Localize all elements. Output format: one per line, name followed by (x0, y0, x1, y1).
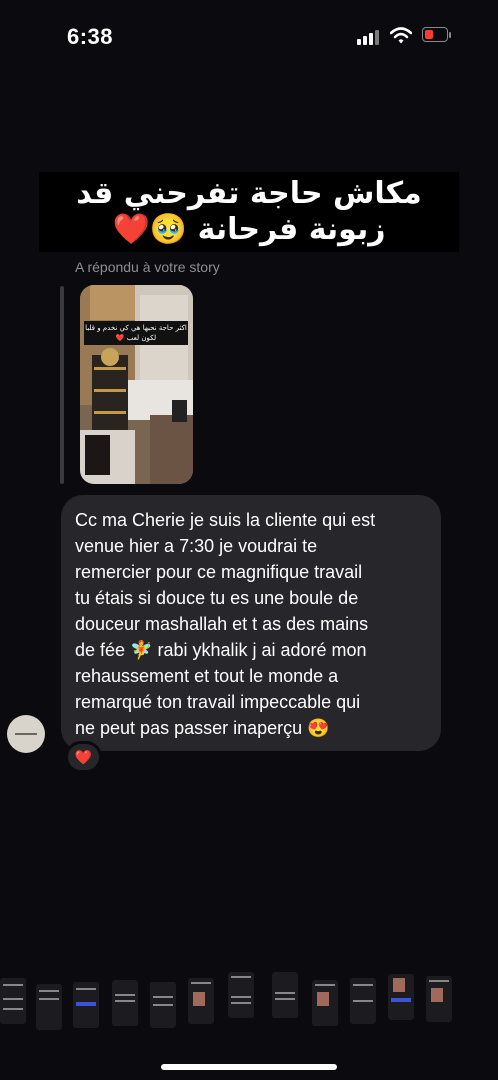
strip-thumbnail[interactable] (350, 978, 376, 1024)
quote-bar (60, 286, 64, 484)
strip-thumbnail[interactable] (112, 980, 138, 1026)
strip-thumbnail[interactable] (388, 974, 414, 1020)
message-bubble[interactable]: Cc ma Cherie je suis la cliente qui est … (61, 495, 441, 751)
story-thumb-caption: اكثر حاجة نحبها هي كي نخدم و قلبا لكون ل… (84, 321, 188, 345)
story-photo (80, 285, 193, 484)
heart-reaction[interactable]: ❤️ (65, 741, 102, 773)
story-caption-line1: مكاش حاجة تفرحني قد (76, 176, 422, 211)
story-caption-line2: زبونة فرحانة 🥹❤️ (112, 212, 386, 247)
strip-thumbnail[interactable] (426, 976, 452, 1022)
strip-thumbnail[interactable] (228, 972, 254, 1018)
strip-thumbnail[interactable] (36, 984, 62, 1030)
home-indicator[interactable] (161, 1064, 337, 1070)
status-time: 6:38 (67, 24, 114, 49)
wifi-icon (390, 27, 412, 44)
strip-thumbnail[interactable] (312, 980, 338, 1026)
story-caption: مكاش حاجة تفرحني قد زبونة فرحانة 🥹❤️ (39, 172, 459, 252)
strip-thumbnail[interactable] (272, 972, 298, 1018)
thumbnail-strip (0, 970, 498, 1030)
avatar[interactable] (7, 715, 45, 753)
story-reply-label: A répondu à votre story (75, 259, 220, 275)
strip-thumbnail[interactable] (188, 978, 214, 1024)
battery-icon (422, 27, 452, 44)
status-bar: 6:38 (0, 0, 498, 75)
strip-thumbnail[interactable] (73, 982, 99, 1028)
story-thumbnail[interactable]: اكثر حاجة نحبها هي كي نخدم و قلبا لكون ل… (80, 285, 193, 484)
signal-icon (357, 29, 383, 45)
message-text: Cc ma Cherie je suis la cliente qui est … (75, 510, 376, 738)
strip-thumbnail[interactable] (0, 978, 26, 1024)
strip-thumbnail[interactable] (150, 982, 176, 1028)
